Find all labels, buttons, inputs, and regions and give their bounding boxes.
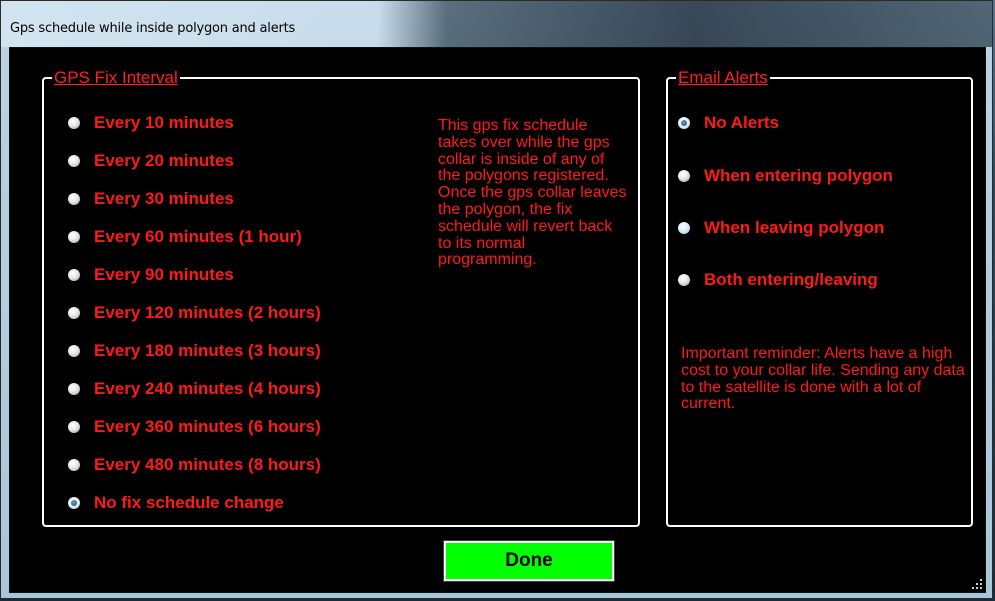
gps-option-label: Every 20 minutes xyxy=(94,151,234,170)
resize-grip-icon[interactable] xyxy=(972,579,982,589)
gps-option-label: Every 240 minutes (4 hours) xyxy=(94,379,321,398)
gps-option-label: Every 30 minutes xyxy=(94,189,234,208)
email-option-label: Both entering/leaving xyxy=(704,270,878,289)
radio-button-icon[interactable] xyxy=(68,117,80,129)
radio-button-icon[interactable] xyxy=(68,193,80,205)
gps-option-180min[interactable]: Every 180 minutes (3 hours) xyxy=(68,341,321,361)
email-option-entering[interactable]: When entering polygon xyxy=(678,166,893,186)
email-option-label: When entering polygon xyxy=(704,166,893,185)
radio-button-icon[interactable] xyxy=(678,170,690,182)
radio-button-icon[interactable] xyxy=(68,383,80,395)
gps-option-label: Every 90 minutes xyxy=(94,265,234,284)
gps-option-10min[interactable]: Every 10 minutes xyxy=(68,113,234,133)
gps-option-label: Every 10 minutes xyxy=(94,113,234,132)
gps-option-30min[interactable]: Every 30 minutes xyxy=(68,189,234,209)
radio-button-icon[interactable] xyxy=(68,269,80,281)
email-option-label: No Alerts xyxy=(704,113,779,132)
gps-option-90min[interactable]: Every 90 minutes xyxy=(68,265,234,285)
window-title: Gps schedule while inside polygon and al… xyxy=(10,21,296,36)
dialog-client-area: GPS Fix Interval Every 10 minutes Every … xyxy=(9,47,986,593)
radio-button-icon[interactable] xyxy=(68,231,80,243)
email-option-label: When leaving polygon xyxy=(704,218,885,237)
radio-button-icon[interactable] xyxy=(68,345,80,357)
gps-option-360min[interactable]: Every 360 minutes (6 hours) xyxy=(68,417,321,437)
gps-option-label: Every 180 minutes (3 hours) xyxy=(94,341,321,360)
radio-button-icon[interactable] xyxy=(678,222,690,234)
gps-option-60min[interactable]: Every 60 minutes (1 hour) xyxy=(68,227,302,247)
email-option-leaving[interactable]: When leaving polygon xyxy=(678,218,884,238)
gps-schedule-note: This gps fix schedule takes over while t… xyxy=(438,117,627,269)
radio-button-icon[interactable] xyxy=(678,274,690,286)
gps-option-120min[interactable]: Every 120 minutes (2 hours) xyxy=(68,303,321,323)
email-alerts-note: Important reminder: Alerts have a high c… xyxy=(681,345,965,413)
gps-fix-interval-legend: GPS Fix Interval xyxy=(54,68,178,87)
radio-button-checked-icon[interactable] xyxy=(68,497,80,509)
title-bar[interactable]: Gps schedule while inside polygon and al… xyxy=(1,1,992,47)
gps-option-480min[interactable]: Every 480 minutes (8 hours) xyxy=(68,455,321,475)
gps-option-label: Every 480 minutes (8 hours) xyxy=(94,455,321,474)
radio-button-icon[interactable] xyxy=(68,155,80,167)
gps-option-label: Every 120 minutes (2 hours) xyxy=(94,303,321,322)
radio-button-checked-icon[interactable] xyxy=(678,117,690,129)
gps-option-240min[interactable]: Every 240 minutes (4 hours) xyxy=(68,379,321,399)
email-alerts-group: Email Alerts No Alerts When entering pol… xyxy=(666,69,973,527)
gps-option-no-change[interactable]: No fix schedule change xyxy=(68,493,284,513)
email-alerts-legend: Email Alerts xyxy=(678,68,768,87)
done-button[interactable]: Done xyxy=(443,540,615,582)
radio-button-icon[interactable] xyxy=(68,459,80,471)
gps-option-20min[interactable]: Every 20 minutes xyxy=(68,151,234,171)
radio-button-icon[interactable] xyxy=(68,421,80,433)
radio-button-icon[interactable] xyxy=(68,307,80,319)
gps-option-label: Every 360 minutes (6 hours) xyxy=(94,417,321,436)
email-option-no-alerts[interactable]: No Alerts xyxy=(678,113,779,133)
dialog-window: Gps schedule while inside polygon and al… xyxy=(0,0,993,599)
gps-fix-interval-group: GPS Fix Interval Every 10 minutes Every … xyxy=(42,69,640,527)
gps-option-label: No fix schedule change xyxy=(94,493,284,512)
email-option-both[interactable]: Both entering/leaving xyxy=(678,270,878,290)
gps-option-label: Every 60 minutes (1 hour) xyxy=(94,227,302,246)
